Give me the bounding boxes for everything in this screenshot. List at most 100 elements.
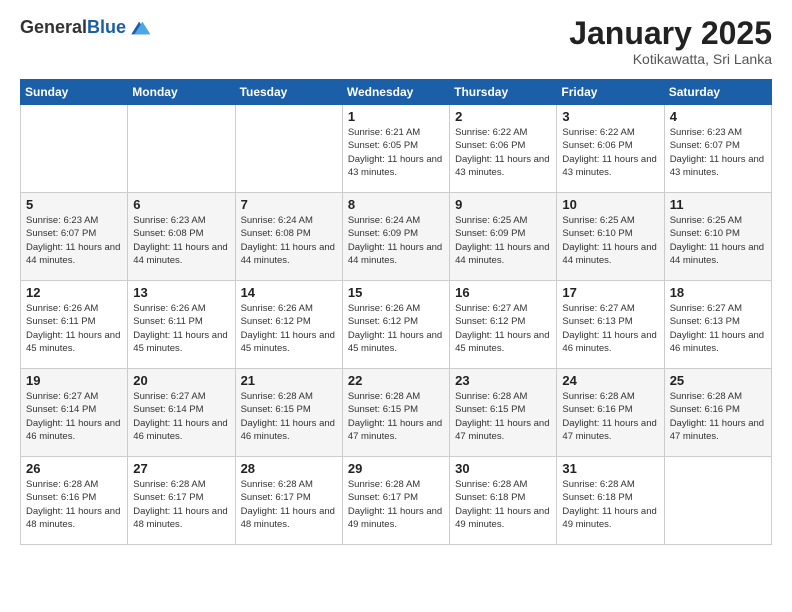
day-number: 11: [670, 197, 766, 212]
calendar-cell: 28 Sunrise: 6:28 AMSunset: 6:17 PMDayligh…: [235, 457, 342, 545]
calendar-week-row: 26Sunrise: 6:28 AMSunset: 6:16 PMDayligh…: [21, 457, 772, 545]
calendar-cell: 1 Sunrise: 6:21 AMSunset: 6:05 PMDaylight…: [342, 105, 449, 193]
day-number: 22: [348, 373, 444, 388]
header: GeneralBlue January 2025 Kotikawatta, Sr…: [20, 16, 772, 67]
day-info: Sunrise: 6:22 AMSunset: 6:06 PMDaylight:…: [562, 126, 658, 179]
day-number: 5: [26, 197, 122, 212]
day-number: 17: [562, 285, 658, 300]
calendar-week-row: 5 Sunrise: 6:23 AMSunset: 6:07 PMDaylight…: [21, 193, 772, 281]
col-saturday: Saturday: [664, 80, 771, 105]
logo-blue-text: Blue: [87, 17, 126, 37]
calendar-cell: [664, 457, 771, 545]
calendar-cell: 23 Sunrise: 6:28 AMSunset: 6:15 PMDayligh…: [450, 369, 557, 457]
day-info: Sunrise: 6:24 AMSunset: 6:08 PMDaylight:…: [241, 214, 337, 267]
calendar-cell: 16Sunrise: 6:27 AMSunset: 6:12 PMDayligh…: [450, 281, 557, 369]
day-number: 9: [455, 197, 551, 212]
day-number: 15: [348, 285, 444, 300]
calendar-cell: [128, 105, 235, 193]
calendar-cell: 8Sunrise: 6:24 AMSunset: 6:09 PMDaylight…: [342, 193, 449, 281]
day-info: Sunrise: 6:23 AMSunset: 6:08 PMDaylight:…: [133, 214, 229, 267]
day-info: Sunrise: 6:25 AMSunset: 6:09 PMDaylight:…: [455, 214, 551, 267]
col-wednesday: Wednesday: [342, 80, 449, 105]
day-info: Sunrise: 6:26 AMSunset: 6:12 PMDaylight:…: [348, 302, 444, 355]
day-number: 31: [562, 461, 658, 476]
day-info: Sunrise: 6:28 AMSunset: 6:16 PMDaylight:…: [670, 390, 766, 443]
day-info: Sunrise: 6:27 AMSunset: 6:13 PMDaylight:…: [670, 302, 766, 355]
day-info: Sunrise: 6:28 AMSunset: 6:17 PMDaylight:…: [133, 478, 229, 531]
day-info: Sunrise: 6:28 AMSunset: 6:15 PMDaylight:…: [455, 390, 551, 443]
day-info: Sunrise: 6:28 AMSunset: 6:16 PMDaylight:…: [26, 478, 122, 531]
day-info: Sunrise: 6:28 AMSunset: 6:16 PMDaylight:…: [562, 390, 658, 443]
day-number: 25: [670, 373, 766, 388]
day-info: Sunrise: 6:23 AMSunset: 6:07 PMDaylight:…: [26, 214, 122, 267]
day-info: Sunrise: 6:25 AMSunset: 6:10 PMDaylight:…: [562, 214, 658, 267]
day-number: 7: [241, 197, 337, 212]
day-info: Sunrise: 6:21 AMSunset: 6:05 PMDaylight:…: [348, 126, 444, 179]
calendar-week-row: 1 Sunrise: 6:21 AMSunset: 6:05 PMDaylight…: [21, 105, 772, 193]
day-number: 1: [348, 109, 444, 124]
calendar-cell: 21Sunrise: 6:28 AMSunset: 6:15 PMDayligh…: [235, 369, 342, 457]
calendar-week-row: 19 Sunrise: 6:27 AMSunset: 6:14 PMDayligh…: [21, 369, 772, 457]
day-info: Sunrise: 6:28 AMSunset: 6:17 PMDaylight:…: [348, 478, 444, 531]
day-info: Sunrise: 6:28 AMSunset: 6:18 PMDaylight:…: [455, 478, 551, 531]
day-number: 21: [241, 373, 337, 388]
calendar-week-row: 12Sunrise: 6:26 AMSunset: 6:11 PMDayligh…: [21, 281, 772, 369]
day-number: 8: [348, 197, 444, 212]
day-info: Sunrise: 6:27 AMSunset: 6:13 PMDaylight:…: [562, 302, 658, 355]
calendar-cell: [235, 105, 342, 193]
day-number: 28: [241, 461, 337, 476]
page: GeneralBlue January 2025 Kotikawatta, Sr…: [0, 0, 792, 612]
logo-icon: [128, 16, 152, 40]
day-info: Sunrise: 6:22 AMSunset: 6:06 PMDaylight:…: [455, 126, 551, 179]
logo: GeneralBlue: [20, 16, 152, 40]
day-number: 30: [455, 461, 551, 476]
day-number: 2: [455, 109, 551, 124]
day-number: 10: [562, 197, 658, 212]
day-info: Sunrise: 6:27 AMSunset: 6:14 PMDaylight:…: [26, 390, 122, 443]
calendar-cell: 5 Sunrise: 6:23 AMSunset: 6:07 PMDaylight…: [21, 193, 128, 281]
calendar-cell: 11 Sunrise: 6:25 AMSunset: 6:10 PMDayligh…: [664, 193, 771, 281]
calendar-cell: 3 Sunrise: 6:22 AMSunset: 6:06 PMDaylight…: [557, 105, 664, 193]
calendar-cell: 26Sunrise: 6:28 AMSunset: 6:16 PMDayligh…: [21, 457, 128, 545]
calendar-cell: 2 Sunrise: 6:22 AMSunset: 6:06 PMDaylight…: [450, 105, 557, 193]
day-info: Sunrise: 6:28 AMSunset: 6:15 PMDaylight:…: [348, 390, 444, 443]
calendar-cell: 22 Sunrise: 6:28 AMSunset: 6:15 PMDayligh…: [342, 369, 449, 457]
col-thursday: Thursday: [450, 80, 557, 105]
day-number: 19: [26, 373, 122, 388]
calendar-cell: 27 Sunrise: 6:28 AMSunset: 6:17 PMDayligh…: [128, 457, 235, 545]
day-number: 18: [670, 285, 766, 300]
day-info: Sunrise: 6:25 AMSunset: 6:10 PMDaylight:…: [670, 214, 766, 267]
location: Kotikawatta, Sri Lanka: [569, 51, 772, 67]
calendar-cell: 30 Sunrise: 6:28 AMSunset: 6:18 PMDayligh…: [450, 457, 557, 545]
calendar-cell: 4Sunrise: 6:23 AMSunset: 6:07 PMDaylight…: [664, 105, 771, 193]
day-info: Sunrise: 6:26 AMSunset: 6:11 PMDaylight:…: [133, 302, 229, 355]
calendar-cell: 29Sunrise: 6:28 AMSunset: 6:17 PMDayligh…: [342, 457, 449, 545]
day-number: 24: [562, 373, 658, 388]
day-number: 27: [133, 461, 229, 476]
day-info: Sunrise: 6:28 AMSunset: 6:18 PMDaylight:…: [562, 478, 658, 531]
day-info: Sunrise: 6:27 AMSunset: 6:14 PMDaylight:…: [133, 390, 229, 443]
day-number: 20: [133, 373, 229, 388]
calendar-cell: 18 Sunrise: 6:27 AMSunset: 6:13 PMDayligh…: [664, 281, 771, 369]
day-number: 23: [455, 373, 551, 388]
logo-general-text: General: [20, 17, 87, 37]
col-sunday: Sunday: [21, 80, 128, 105]
calendar-cell: 9 Sunrise: 6:25 AMSunset: 6:09 PMDaylight…: [450, 193, 557, 281]
day-info: Sunrise: 6:28 AMSunset: 6:17 PMDaylight:…: [241, 478, 337, 531]
month-title: January 2025: [569, 16, 772, 51]
calendar-cell: 24 Sunrise: 6:28 AMSunset: 6:16 PMDayligh…: [557, 369, 664, 457]
day-number: 3: [562, 109, 658, 124]
calendar-cell: 25 Sunrise: 6:28 AMSunset: 6:16 PMDayligh…: [664, 369, 771, 457]
calendar-cell: 14Sunrise: 6:26 AMSunset: 6:12 PMDayligh…: [235, 281, 342, 369]
day-info: Sunrise: 6:26 AMSunset: 6:12 PMDaylight:…: [241, 302, 337, 355]
calendar-cell: 31 Sunrise: 6:28 AMSunset: 6:18 PMDayligh…: [557, 457, 664, 545]
calendar-cell: 20 Sunrise: 6:27 AMSunset: 6:14 PMDayligh…: [128, 369, 235, 457]
title-block: January 2025 Kotikawatta, Sri Lanka: [569, 16, 772, 67]
day-info: Sunrise: 6:23 AMSunset: 6:07 PMDaylight:…: [670, 126, 766, 179]
day-info: Sunrise: 6:27 AMSunset: 6:12 PMDaylight:…: [455, 302, 551, 355]
col-tuesday: Tuesday: [235, 80, 342, 105]
calendar-table: Sunday Monday Tuesday Wednesday Thursday…: [20, 79, 772, 545]
calendar-cell: 13Sunrise: 6:26 AMSunset: 6:11 PMDayligh…: [128, 281, 235, 369]
calendar-cell: [21, 105, 128, 193]
calendar-cell: 17 Sunrise: 6:27 AMSunset: 6:13 PMDayligh…: [557, 281, 664, 369]
